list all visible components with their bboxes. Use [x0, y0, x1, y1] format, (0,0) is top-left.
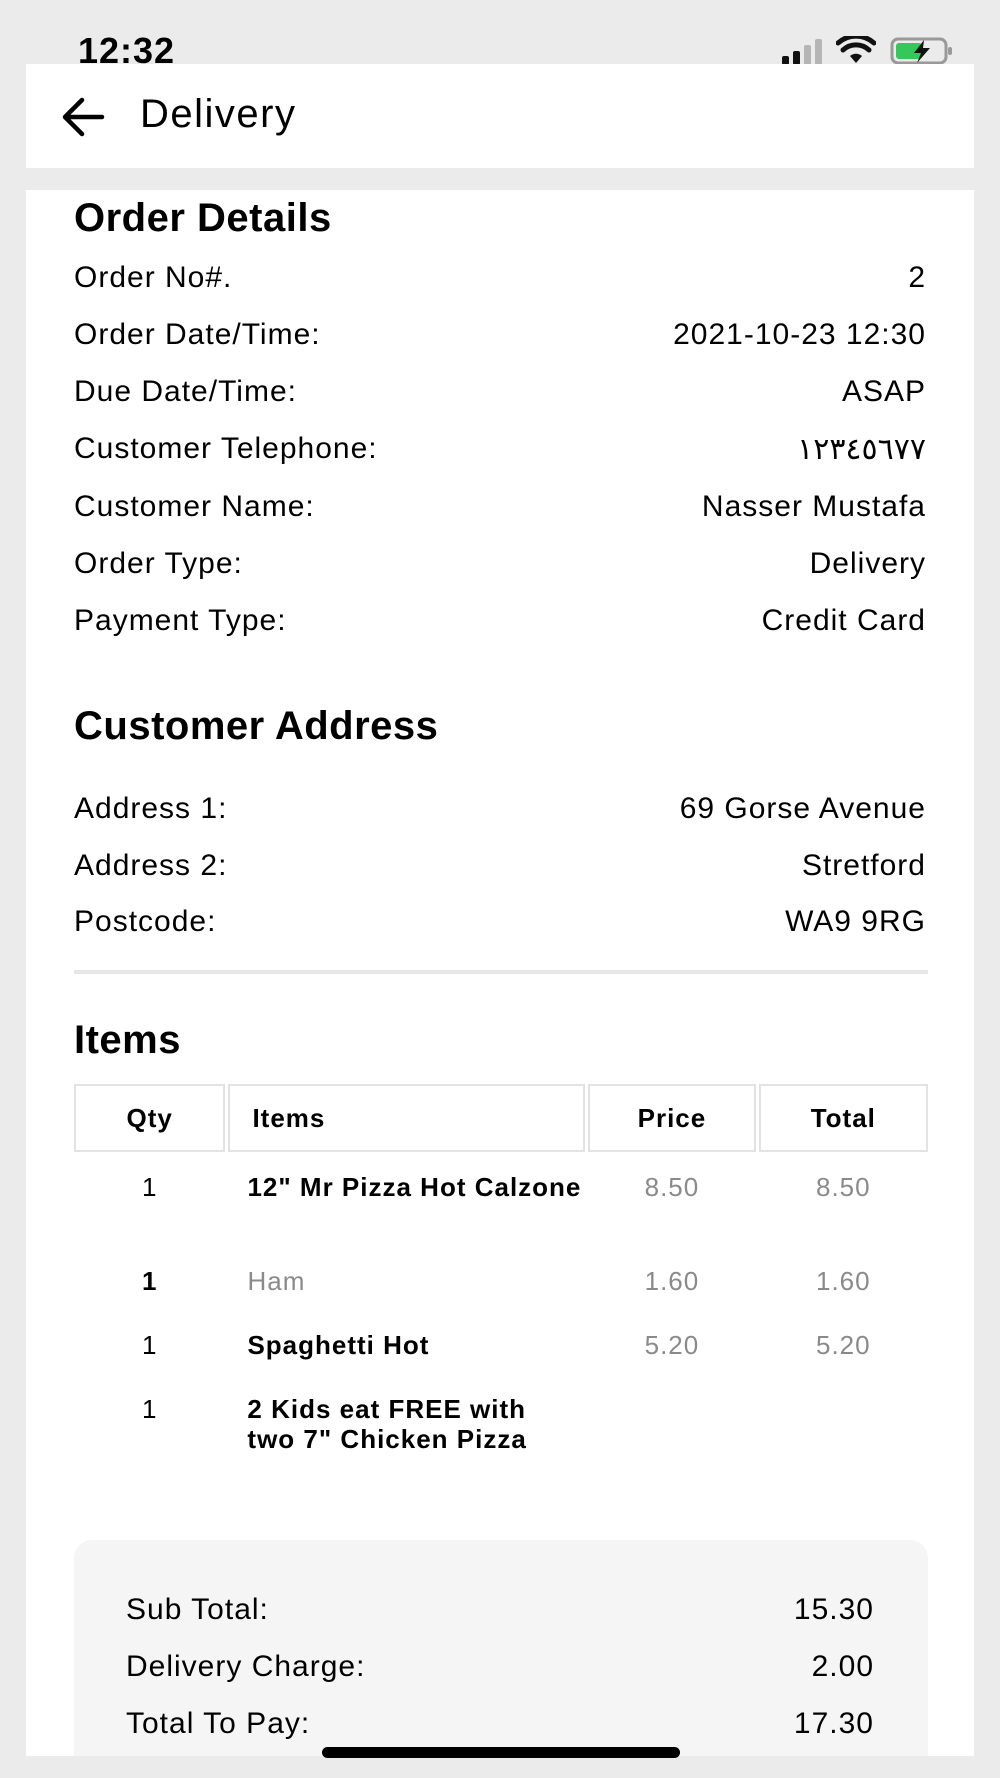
- page-title: Delivery: [140, 92, 297, 136]
- total-label: Total To Pay:: [126, 1707, 311, 1740]
- detail-label: Order Date/Time:: [74, 318, 321, 351]
- address-row-1: Address 1: 69 Gorse Avenue: [74, 789, 926, 829]
- total-value: 17.30: [793, 1707, 874, 1740]
- battery-charging-icon: [890, 37, 952, 65]
- detail-label: Order Type:: [74, 547, 243, 580]
- delivery-charge-row: Delivery Charge: 2.00: [126, 1647, 874, 1687]
- detail-label: Customer Telephone:: [74, 432, 378, 465]
- item-name: Spaghetti Hot: [247, 1330, 430, 1360]
- detail-row-due-date: Due Date/Time: ASAP: [74, 372, 926, 412]
- app-header: Delivery: [26, 64, 974, 168]
- table-row: 1 2 Kids eat FREE with two 7" Chicken Pi…: [74, 1394, 928, 1490]
- totals-summary: Sub Total: 15.30 Delivery Charge: 2.00 T…: [74, 1540, 928, 1756]
- detail-value: Credit Card: [761, 604, 926, 637]
- wifi-icon: [836, 36, 876, 63]
- total-to-pay-row: Total To Pay: 17.30: [126, 1704, 874, 1744]
- section-divider: [74, 970, 928, 974]
- item-price: 8.50: [644, 1172, 700, 1202]
- detail-row-customer-name: Customer Name: Nasser Mustafa: [74, 487, 926, 527]
- detail-value: ١٢٣٤٥٦٧٧: [797, 432, 926, 466]
- detail-row-payment-type: Payment Type: Credit Card: [74, 601, 926, 641]
- address-row-2: Address 2: Stretford: [74, 846, 926, 886]
- order-details-title: Order Details: [74, 196, 332, 240]
- item-price: 1.60: [644, 1266, 700, 1296]
- address-row-postcode: Postcode: WA9 9RG: [74, 902, 926, 942]
- table-row: 1 12" Mr Pizza Hot Calzone 8.50 8.50: [74, 1172, 928, 1266]
- order-content: Order Details Order No#. 2 Order Date/Ti…: [26, 190, 974, 1756]
- items-table: Qty Items Price Total 1 12" Mr Pizza Hot…: [74, 1084, 928, 1490]
- item-name: 2 Kids eat FREE with two 7" Chicken Pizz…: [247, 1394, 527, 1454]
- item-price: 5.20: [644, 1330, 700, 1360]
- item-qty: 1: [141, 1394, 158, 1424]
- item-total: [759, 1394, 928, 1490]
- items-table-header: Qty Items Price Total: [74, 1084, 928, 1152]
- detail-row-telephone: Customer Telephone: ١٢٣٤٥٦٧٧: [74, 429, 926, 469]
- items-title: Items: [74, 1018, 181, 1062]
- column-header-price: Price: [588, 1084, 756, 1152]
- detail-value: Delivery: [809, 547, 926, 580]
- item-price: [588, 1394, 755, 1490]
- address-label: Address 1:: [74, 792, 228, 825]
- detail-value: 2021-10-23 12:30: [673, 318, 926, 351]
- table-row: 1 Spaghetti Hot 5.20 5.20: [74, 1330, 928, 1394]
- customer-address-title: Customer Address: [74, 704, 439, 748]
- item-total: 5.20: [816, 1330, 871, 1360]
- detail-value: ASAP: [841, 375, 926, 408]
- item-name: 12" Mr Pizza Hot Calzone: [247, 1172, 582, 1202]
- table-row: 1 Ham 1.60 1.60: [74, 1266, 928, 1330]
- address-label: Postcode:: [74, 905, 217, 938]
- total-value: 15.30: [793, 1593, 874, 1626]
- total-label: Delivery Charge:: [126, 1650, 366, 1683]
- item-qty: 1: [141, 1172, 158, 1202]
- address-value: 69 Gorse Avenue: [679, 792, 926, 825]
- detail-label: Payment Type:: [74, 604, 287, 637]
- detail-label: Customer Name:: [74, 490, 315, 523]
- column-header-qty: Qty: [74, 1084, 226, 1152]
- address-value: WA9 9RG: [785, 905, 926, 938]
- total-label: Sub Total:: [126, 1593, 269, 1626]
- item-qty: 1: [141, 1266, 158, 1296]
- column-header-total: Total: [758, 1084, 928, 1152]
- item-name: Ham: [247, 1266, 306, 1296]
- status-bar: 12:32: [0, 0, 1000, 71]
- item-total: 8.50: [816, 1172, 871, 1202]
- address-value: Stretford: [801, 849, 926, 882]
- subtotal-row: Sub Total: 15.30: [126, 1590, 874, 1630]
- signal-icon: [782, 37, 822, 65]
- address-label: Address 2:: [74, 849, 228, 882]
- item-qty: 1: [141, 1330, 158, 1360]
- detail-label: Order No#.: [74, 261, 233, 294]
- detail-row-order-no: Order No#. 2: [74, 258, 926, 298]
- total-value: 2.00: [811, 1650, 874, 1683]
- detail-label: Due Date/Time:: [74, 375, 297, 408]
- detail-value: 2: [908, 261, 926, 294]
- detail-value: Nasser Mustafa: [701, 490, 926, 523]
- detail-row-order-date: Order Date/Time: 2021-10-23 12:30: [74, 315, 926, 355]
- home-indicator[interactable]: [322, 1747, 680, 1758]
- status-icons: [782, 36, 956, 66]
- detail-row-order-type: Order Type: Delivery: [74, 544, 926, 584]
- item-total: 1.60: [816, 1266, 871, 1296]
- column-header-items: Items: [228, 1084, 586, 1152]
- arrow-left-icon[interactable]: [56, 90, 110, 144]
